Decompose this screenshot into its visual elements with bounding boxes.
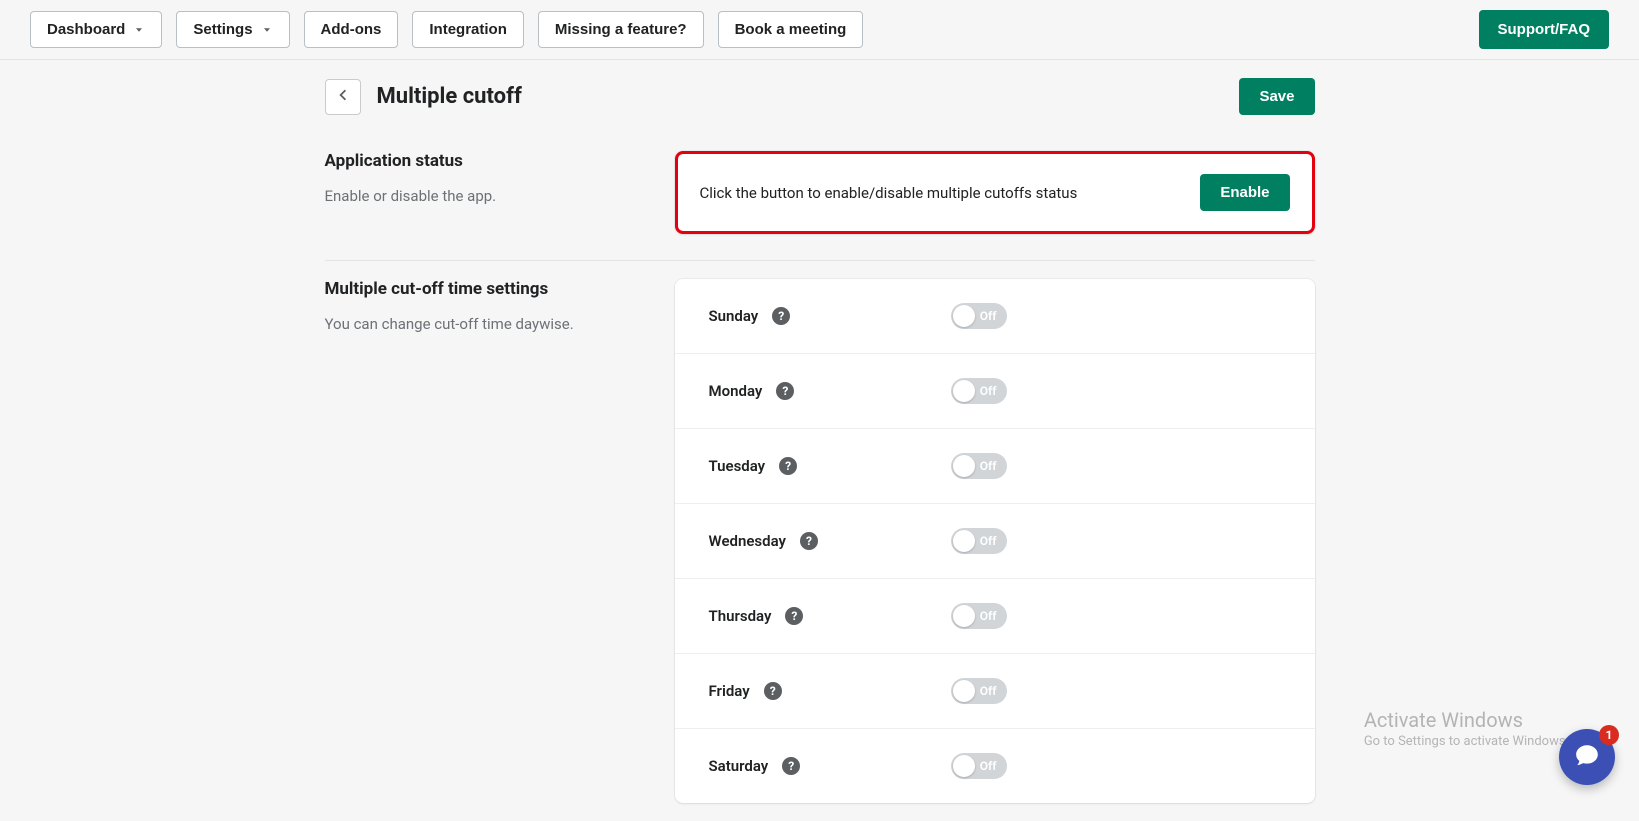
save-button[interactable]: Save xyxy=(1239,78,1314,115)
top-nav: Dashboard Settings Add-ons Integration M… xyxy=(0,0,1639,60)
section-cutoff-settings: Multiple cut-off time settings You can c… xyxy=(325,260,1315,821)
toggle-thursday[interactable]: Off xyxy=(951,603,1007,629)
toggle-off-label: Off xyxy=(980,309,997,323)
back-button[interactable] xyxy=(325,79,361,115)
help-icon[interactable]: ? xyxy=(764,682,782,700)
save-button-label: Save xyxy=(1259,88,1294,105)
toggle-off-label: Off xyxy=(980,609,997,623)
day-row-friday: Friday ? Off xyxy=(675,654,1315,729)
enable-button[interactable]: Enable xyxy=(1200,174,1289,211)
nav-dashboard-label: Dashboard xyxy=(47,21,125,38)
day-label: Monday xyxy=(709,382,763,400)
toggle-off-label: Off xyxy=(980,534,997,548)
help-icon[interactable]: ? xyxy=(800,532,818,550)
nav-book-meeting[interactable]: Book a meeting xyxy=(718,11,864,48)
day-row-sunday: Sunday ? Off xyxy=(675,279,1315,354)
toggle-off-label: Off xyxy=(980,684,997,698)
status-card: Click the button to enable/disable multi… xyxy=(675,151,1315,234)
section-application-status: Application status Enable or disable the… xyxy=(325,133,1315,252)
day-row-monday: Monday ? Off xyxy=(675,354,1315,429)
page-title: Multiple cutoff xyxy=(377,84,1224,109)
toggle-off-label: Off xyxy=(980,459,997,473)
nav-integration[interactable]: Integration xyxy=(412,11,524,48)
day-label: Saturday xyxy=(709,757,769,775)
chat-icon xyxy=(1574,742,1600,772)
toggle-knob xyxy=(953,755,975,777)
toggle-friday[interactable]: Off xyxy=(951,678,1007,704)
enable-button-label: Enable xyxy=(1220,184,1269,201)
nav-addons-label: Add-ons xyxy=(321,21,382,38)
watermark-line2: Go to Settings to activate Windows. xyxy=(1364,734,1569,749)
toggle-knob xyxy=(953,380,975,402)
help-icon[interactable]: ? xyxy=(776,382,794,400)
toggle-knob xyxy=(953,680,975,702)
toggle-monday[interactable]: Off xyxy=(951,378,1007,404)
nav-settings[interactable]: Settings xyxy=(176,11,289,48)
day-label: Wednesday xyxy=(709,532,786,550)
toggle-sunday[interactable]: Off xyxy=(951,303,1007,329)
toggle-wednesday[interactable]: Off xyxy=(951,528,1007,554)
status-heading: Application status xyxy=(325,151,655,171)
cutoff-desc: You can change cut-off time daywise. xyxy=(325,313,655,336)
toggle-off-label: Off xyxy=(980,384,997,398)
chat-badge: 1 xyxy=(1599,725,1619,745)
day-row-wednesday: Wednesday ? Off xyxy=(675,504,1315,579)
arrow-left-icon xyxy=(334,86,352,107)
toggle-saturday[interactable]: Off xyxy=(951,753,1007,779)
day-label: Sunday xyxy=(709,307,759,325)
day-label: Thursday xyxy=(709,607,772,625)
nav-book-label: Book a meeting xyxy=(735,21,847,38)
nav-missing-label: Missing a feature? xyxy=(555,21,687,38)
help-icon[interactable]: ? xyxy=(772,307,790,325)
toggle-knob xyxy=(953,455,975,477)
windows-activation-watermark: Activate Windows Go to Settings to activ… xyxy=(1364,708,1569,749)
cutoff-days-card: Sunday ? Off Monday ? xyxy=(675,279,1315,803)
help-icon[interactable]: ? xyxy=(779,457,797,475)
chat-widget[interactable]: 1 xyxy=(1559,729,1615,785)
day-label: Tuesday xyxy=(709,457,766,475)
status-text: Click the button to enable/disable multi… xyxy=(700,184,1185,202)
day-row-saturday: Saturday ? Off xyxy=(675,729,1315,803)
toggle-off-label: Off xyxy=(980,759,997,773)
toggle-knob xyxy=(953,305,975,327)
toggle-tuesday[interactable]: Off xyxy=(951,453,1007,479)
toggle-knob xyxy=(953,605,975,627)
help-icon[interactable]: ? xyxy=(785,607,803,625)
support-faq-label: Support/FAQ xyxy=(1498,21,1591,38)
day-row-thursday: Thursday ? Off xyxy=(675,579,1315,654)
nav-missing-feature[interactable]: Missing a feature? xyxy=(538,11,704,48)
toggle-knob xyxy=(953,530,975,552)
day-label: Friday xyxy=(709,682,750,700)
chevron-down-icon xyxy=(261,24,273,36)
nav-addons[interactable]: Add-ons xyxy=(304,11,399,48)
watermark-line1: Activate Windows xyxy=(1364,708,1569,732)
nav-dashboard[interactable]: Dashboard xyxy=(30,11,162,48)
chevron-down-icon xyxy=(133,24,145,36)
help-icon[interactable]: ? xyxy=(782,757,800,775)
page-header: Multiple cutoff Save xyxy=(325,78,1315,133)
support-faq-button[interactable]: Support/FAQ xyxy=(1479,10,1610,49)
nav-integration-label: Integration xyxy=(429,21,507,38)
status-desc: Enable or disable the app. xyxy=(325,185,655,208)
nav-settings-label: Settings xyxy=(193,21,252,38)
day-row-tuesday: Tuesday ? Off xyxy=(675,429,1315,504)
cutoff-heading: Multiple cut-off time settings xyxy=(325,279,655,299)
